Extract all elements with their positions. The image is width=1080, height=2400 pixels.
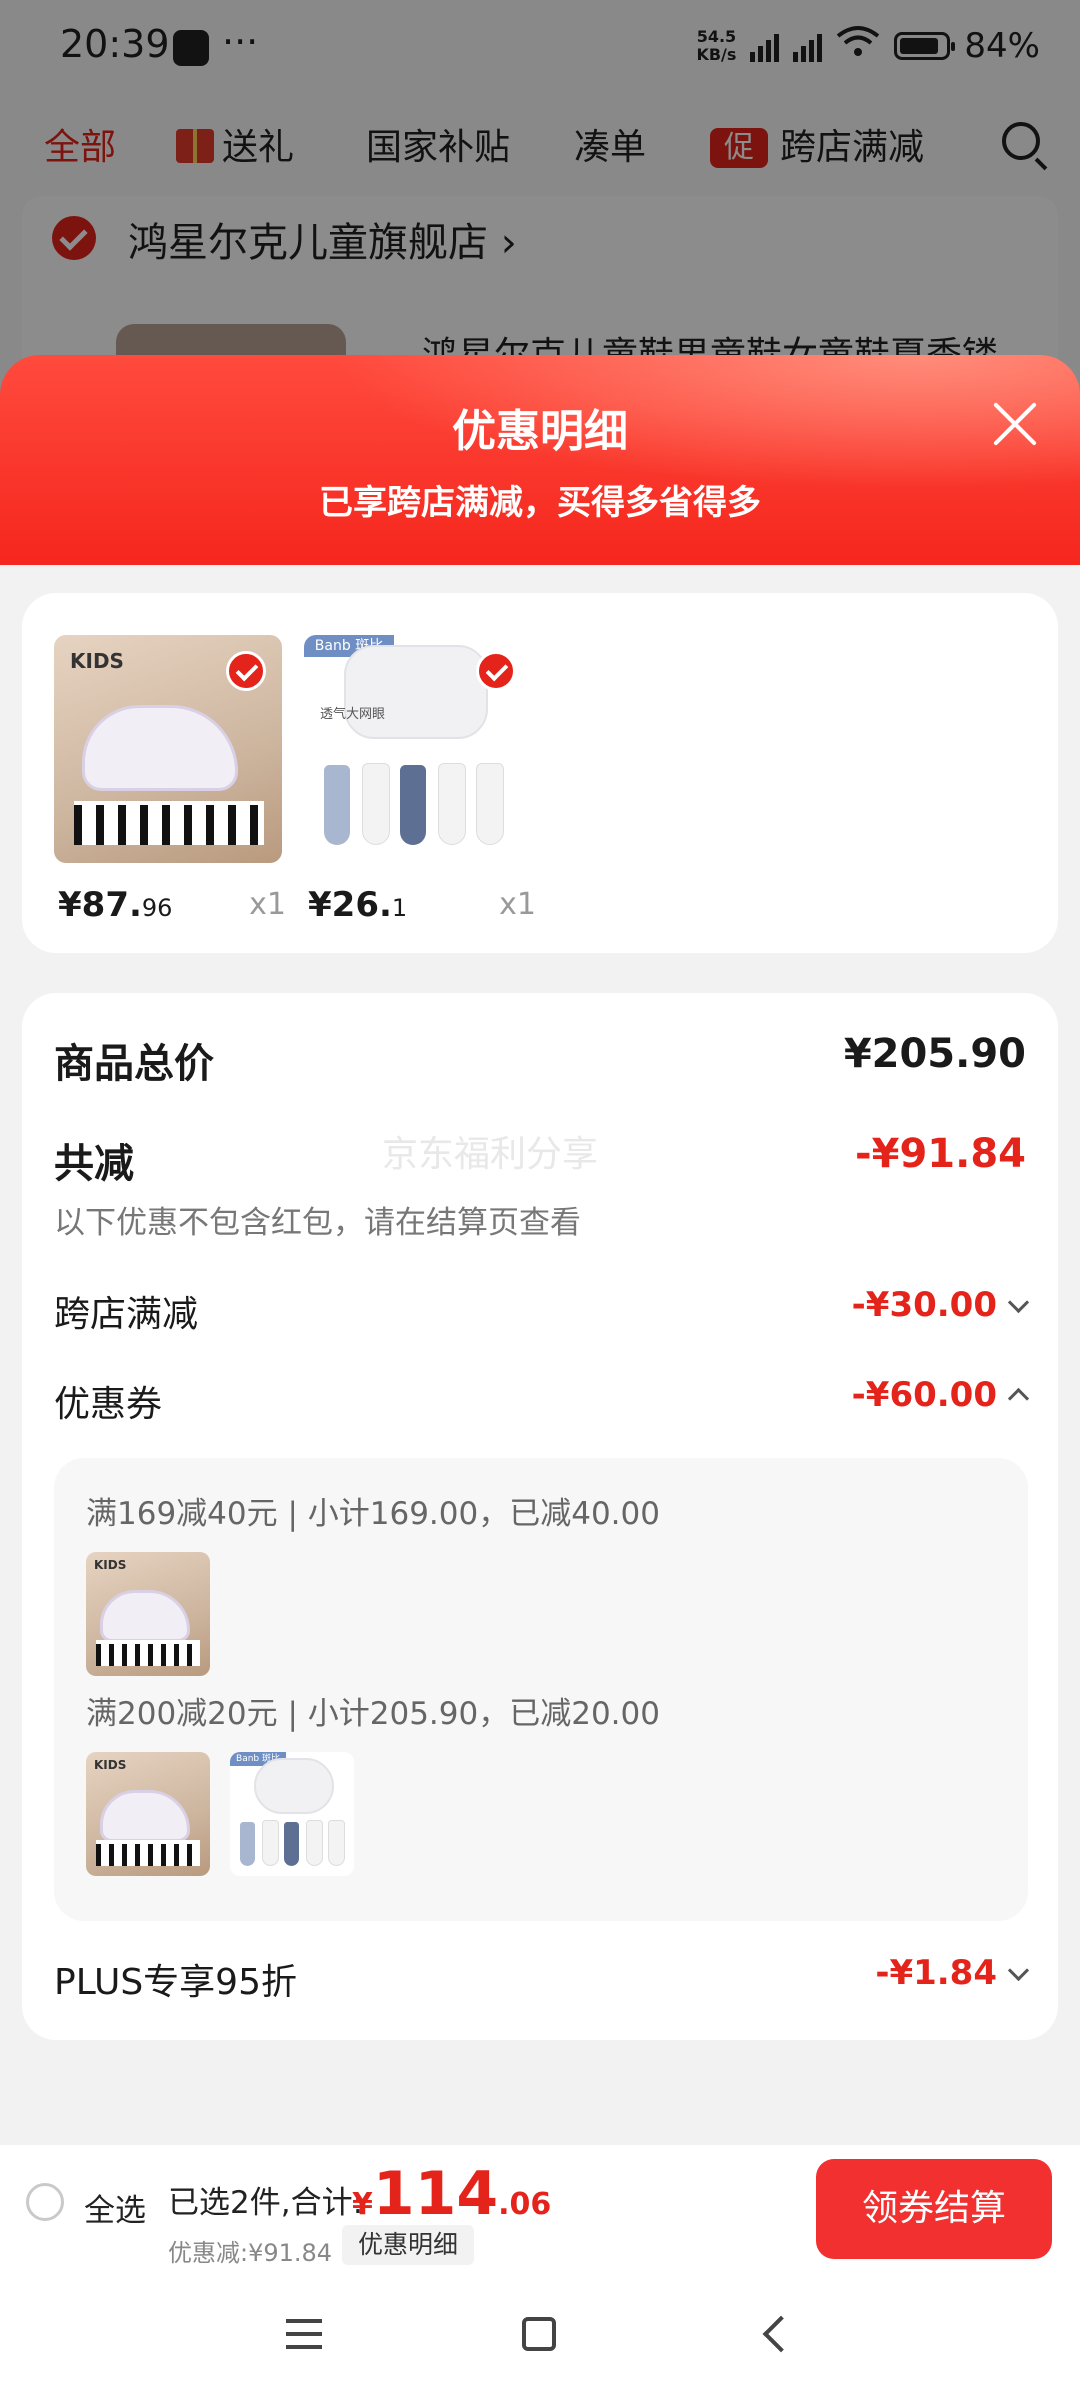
coupon-items: KIDS Banb 斑比 xyxy=(86,1752,354,1876)
item-price: ¥26.1 xyxy=(308,885,407,925)
item-price-dec: 1 xyxy=(391,894,408,922)
coupon-label: 优惠券 xyxy=(54,1384,163,1425)
coupon-rule: 满200减20元 | 小计205.90，已减20.00 xyxy=(86,1696,660,1732)
price-summary-card: 商品总价 ¥205.90 京东福利分享 共减 -¥91.84 以下优惠不包含红包… xyxy=(22,993,1058,2040)
system-nav-bar xyxy=(0,2273,1080,2400)
kids-logo: KIDS xyxy=(94,1558,127,1572)
plus-row[interactable]: -¥1.84 xyxy=(875,1953,1030,1993)
check-icon xyxy=(226,651,266,691)
piano-keys xyxy=(96,1840,200,1866)
item-quantity: x1 xyxy=(499,887,536,922)
sock-shape xyxy=(324,765,350,845)
total-label: 商品总价 xyxy=(54,1041,214,1087)
shoe-shape xyxy=(100,1590,190,1642)
shoe-shape xyxy=(100,1790,190,1842)
total-price: ¥114.06 xyxy=(352,2159,551,2229)
reduce-label: 共减 xyxy=(54,1141,134,1187)
watermark: 京东福利分享 xyxy=(382,1134,599,1175)
shoes-thumbnail: KIDS xyxy=(86,1752,210,1876)
coupon-rule: 满169减40元 | 小计169.00，已减40.00 xyxy=(86,1496,660,1532)
shoes-thumbnail: KIDS xyxy=(86,1552,210,1676)
socks-image: Banb 斑比 透气大网眼 xyxy=(304,635,532,863)
discount-note: 以下优惠不包含红包，请在结算页查看 xyxy=(54,1205,581,1241)
sock-hand-shape xyxy=(254,1758,334,1814)
sock-shape xyxy=(362,763,390,845)
total-value: ¥205.90 xyxy=(843,1031,1026,1077)
sheet-title: 优惠明细 xyxy=(452,406,628,457)
sock-label: 透气大网眼 xyxy=(320,707,386,722)
sheet-header: 优惠明细 已享跨店满减，买得多省得多 xyxy=(0,355,1080,565)
sock-hand-shape xyxy=(344,645,488,739)
coupon-details: 满169减40元 | 小计169.00，已减40.00 KIDS 满200减20… xyxy=(54,1458,1028,1921)
checkout-bar: 全选 已选2件,合计: ¥114.06 优惠减:¥91.84 优惠明细 领券结算 xyxy=(0,2145,1080,2273)
plus-value: -¥1.84 xyxy=(875,1953,997,1993)
coupon-row[interactable]: -¥60.00 xyxy=(851,1375,1030,1415)
shoes-image: KIDS xyxy=(54,635,282,863)
close-icon[interactable] xyxy=(992,401,1038,447)
selected-items-card: KIDS ¥87.96 x1 Banb 斑比 透气大网眼 ¥26.1 x1 xyxy=(22,593,1058,953)
sheet-subtitle: 已享跨店满减，买得多省得多 xyxy=(319,483,761,523)
chevron-down-icon xyxy=(1007,1291,1030,1314)
check-icon xyxy=(476,651,516,691)
item-price-int: ¥87. xyxy=(58,885,142,925)
select-all-label[interactable]: 全选 xyxy=(84,2185,146,2230)
piano-keys xyxy=(96,1640,200,1666)
selected-summary: 已选2件,合计: xyxy=(168,2185,364,2221)
item-socks[interactable]: Banb 斑比 透气大网眼 ¥26.1 x1 xyxy=(304,635,536,925)
piano-keys xyxy=(74,801,264,845)
sock-shape xyxy=(240,1822,255,1866)
back-icon[interactable] xyxy=(762,2315,800,2353)
cross-store-row[interactable]: -¥30.00 xyxy=(851,1285,1030,1325)
coupon-value: -¥60.00 xyxy=(851,1375,997,1415)
sock-shape xyxy=(306,1820,323,1866)
item-price: ¥87.96 xyxy=(58,885,172,925)
item-shoes[interactable]: KIDS ¥87.96 x1 xyxy=(54,635,286,925)
discount-summary: 优惠减:¥91.84 xyxy=(168,2239,333,2267)
total-dec: .06 xyxy=(498,2187,552,2222)
reduce-value: -¥91.84 xyxy=(855,1131,1026,1177)
sock-shape xyxy=(438,763,466,845)
item-price-int: ¥26. xyxy=(308,885,392,925)
sock-shape xyxy=(328,1820,345,1866)
sock-shape xyxy=(262,1820,279,1866)
socks-thumbnail: Banb 斑比 xyxy=(230,1752,354,1876)
chevron-down-icon xyxy=(1007,1959,1030,1982)
sock-shape xyxy=(476,763,504,845)
plus-label: PLUS专享95折 xyxy=(54,1962,297,2003)
discount-detail-button[interactable]: 优惠明细 xyxy=(342,2225,475,2265)
kids-logo: KIDS xyxy=(70,649,124,673)
home-icon[interactable] xyxy=(522,2317,556,2351)
shoe-shape xyxy=(82,705,238,791)
sheet-body: KIDS ¥87.96 x1 Banb 斑比 透气大网眼 ¥26.1 x1 商品… xyxy=(0,565,1080,2145)
item-quantity: x1 xyxy=(249,887,286,922)
total-currency: ¥ xyxy=(352,2187,373,2222)
sock-shape xyxy=(400,765,426,845)
dim-overlay[interactable] xyxy=(0,0,1080,400)
cross-store-value: -¥30.00 xyxy=(851,1285,997,1325)
sock-shape xyxy=(284,1822,299,1866)
chevron-up-icon xyxy=(1007,1387,1030,1410)
total-int: 114 xyxy=(372,2159,499,2229)
menu-icon[interactable] xyxy=(286,2319,322,2349)
cross-store-label: 跨店满减 xyxy=(54,1294,199,1335)
item-price-dec: 96 xyxy=(141,894,173,922)
kids-logo: KIDS xyxy=(94,1758,127,1772)
select-all-radio[interactable] xyxy=(26,2183,64,2221)
coupon-items: KIDS xyxy=(86,1552,210,1676)
checkout-button[interactable]: 领券结算 xyxy=(816,2159,1052,2259)
